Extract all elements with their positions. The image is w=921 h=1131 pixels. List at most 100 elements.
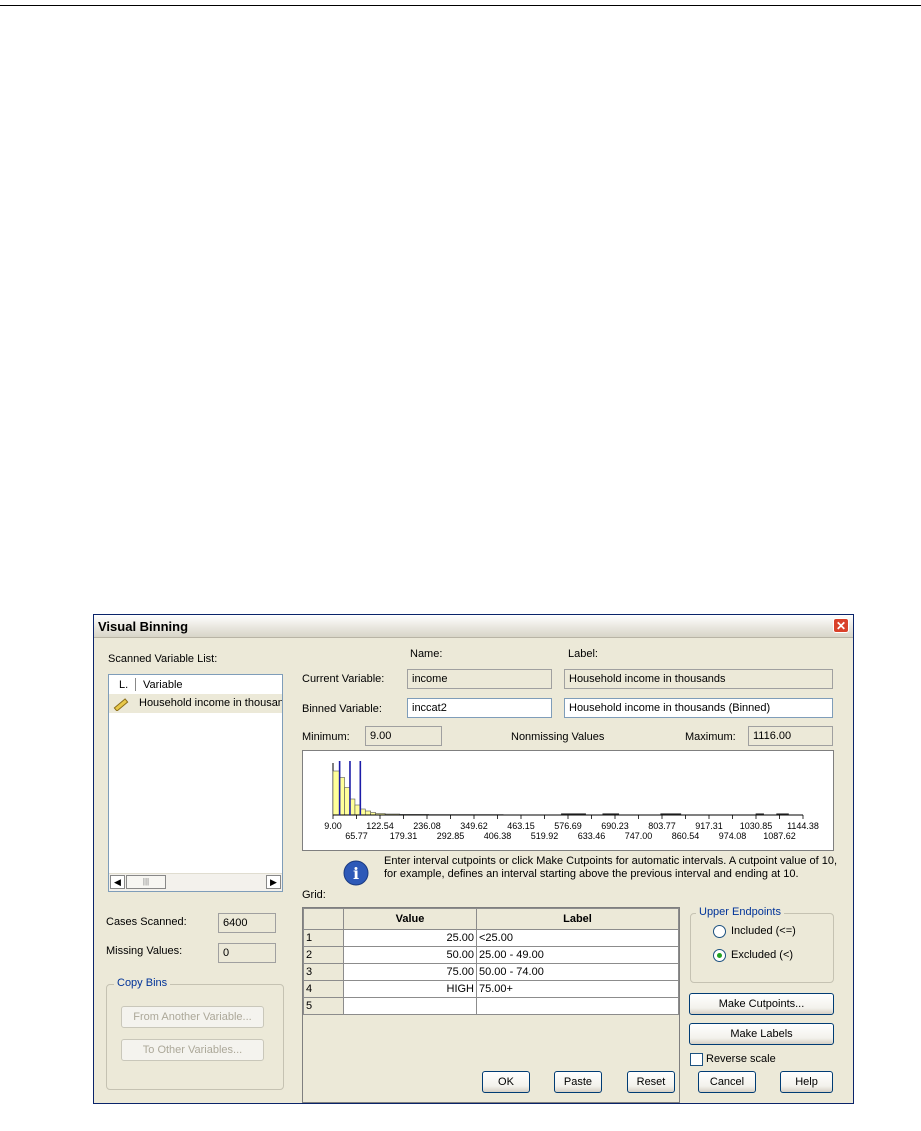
- col-variable-header[interactable]: Variable: [143, 679, 183, 691]
- included-radio[interactable]: [713, 925, 726, 938]
- histogram-panel[interactable]: 9.00 122.54 236.08 349.62 463.15 576.69 690.23…: [302, 750, 834, 851]
- table-row[interactable]: 3 75.00 50.00 - 74.00: [303, 963, 679, 981]
- upper-endpoints-title: Upper Endpoints: [696, 906, 784, 918]
- histogram-bar: [354, 804, 361, 816]
- x-tick-label: 292.85: [437, 831, 465, 841]
- x-tick-label: 463.15: [507, 821, 535, 831]
- missing-values-label: Missing Values:: [106, 945, 183, 957]
- row-number[interactable]: 1: [303, 929, 344, 947]
- maximum-value: 1116.00: [748, 726, 833, 746]
- info-icon: i: [343, 860, 369, 886]
- list-item[interactable]: Household income in thousands: [109, 695, 282, 713]
- table-row[interactable]: 2 50.00 25.00 - 49.00: [303, 946, 679, 964]
- included-label[interactable]: Included (<=): [731, 925, 796, 937]
- label-cell[interactable]: 25.00 - 49.00: [476, 946, 679, 964]
- minimum-label: Minimum:: [302, 731, 350, 743]
- excluded-label[interactable]: Excluded (<): [731, 949, 793, 961]
- reverse-scale-checkbox[interactable]: [690, 1053, 703, 1066]
- page-top-rule: [0, 5, 921, 6]
- nonmissing-values-label: Nonmissing Values: [511, 731, 605, 743]
- x-tick-label: 633.46: [578, 831, 606, 841]
- histogram-chart: 9.00 122.54 236.08 349.62 463.15 576.69 690.23…: [324, 761, 819, 841]
- minimum-value: 9.00: [365, 726, 442, 746]
- paste-button[interactable]: Paste: [554, 1071, 602, 1093]
- close-button[interactable]: ✕: [833, 618, 849, 633]
- table-row[interactable]: 1 25.00 <25.00: [303, 929, 679, 947]
- cases-scanned-label: Cases Scanned:: [106, 916, 187, 928]
- header-divider: [135, 678, 136, 691]
- current-variable-label-field: Household income in thousands: [564, 669, 833, 689]
- x-tick-label: 860.54: [672, 831, 700, 841]
- upper-endpoints-group: [690, 913, 834, 983]
- title-bar[interactable]: Visual Binning ✕: [94, 615, 853, 638]
- value-cell[interactable]: HIGH: [343, 980, 477, 998]
- row-number[interactable]: 2: [303, 946, 344, 964]
- table-row[interactable]: 4 HIGH 75.00+: [303, 980, 679, 998]
- x-tick-label: 803.77: [648, 821, 676, 831]
- radio-selected-dot: [717, 953, 722, 958]
- x-tick-label: 179.31: [390, 831, 418, 841]
- cases-scanned-value: 6400: [218, 913, 276, 933]
- make-cutpoints-button[interactable]: Make Cutpoints...: [689, 993, 834, 1015]
- table-header-row: Value Label: [303, 908, 679, 930]
- scroll-thumb[interactable]: |||: [126, 875, 166, 889]
- cancel-button[interactable]: Cancel: [698, 1071, 756, 1093]
- list-header: L. Variable: [109, 675, 282, 695]
- window-title: Visual Binning: [98, 619, 189, 634]
- value-cell[interactable]: [343, 997, 477, 1015]
- row-number[interactable]: 5: [303, 997, 344, 1015]
- ok-button[interactable]: OK: [482, 1071, 530, 1093]
- row-number[interactable]: 4: [303, 980, 344, 998]
- x-tick-label: 9.00: [324, 821, 342, 831]
- x-tick-label: 974.08: [719, 831, 747, 841]
- close-icon: ✕: [835, 619, 847, 633]
- label-cell[interactable]: <25.00: [476, 929, 679, 947]
- copy-bins-title: Copy Bins: [114, 977, 171, 989]
- x-tick-label: 65.77: [345, 831, 368, 841]
- x-tick-label: 122.54: [366, 821, 394, 831]
- name-column-header: Name:: [410, 648, 443, 660]
- x-tick-label: 917.31: [695, 821, 723, 831]
- list-item-label: Household income in thousands: [139, 697, 282, 709]
- to-other-variables-button[interactable]: To Other Variables...: [121, 1039, 264, 1061]
- x-tick-label: 1087.62: [763, 831, 796, 841]
- x-tick-label: 236.08: [413, 821, 441, 831]
- value-cell[interactable]: 25.00: [343, 929, 477, 947]
- row-number[interactable]: 3: [303, 963, 344, 981]
- make-labels-button[interactable]: Make Labels: [689, 1023, 834, 1045]
- scroll-right-button[interactable]: ▶: [266, 875, 281, 889]
- missing-values-value: 0: [218, 943, 276, 963]
- scroll-left-button[interactable]: ◀: [110, 875, 125, 889]
- label-cell[interactable]: 75.00+: [476, 980, 679, 998]
- label-cell[interactable]: [476, 997, 679, 1015]
- binned-variable-label-input[interactable]: Household income in thousands (Binned): [564, 698, 833, 718]
- horizontal-scrollbar[interactable]: ◀ ||| ▶: [109, 873, 282, 891]
- row-number-header: [303, 908, 344, 930]
- copy-bins-group: [106, 984, 284, 1090]
- value-cell[interactable]: 75.00: [343, 963, 477, 981]
- label-column-header: Label:: [568, 648, 598, 660]
- help-button[interactable]: Help: [780, 1071, 833, 1093]
- x-tick-label: 406.38: [484, 831, 512, 841]
- x-tick-label: 747.00: [625, 831, 653, 841]
- col-type-header[interactable]: L.: [119, 679, 128, 691]
- table-row[interactable]: 5: [303, 997, 679, 1015]
- x-tick-label: 1144.38: [787, 821, 819, 831]
- current-variable-label: Current Variable:: [302, 673, 385, 685]
- x-tick-label: 576.69: [554, 821, 582, 831]
- binned-variable-name-input[interactable]: inccat2: [407, 698, 552, 718]
- label-cell[interactable]: 50.00 - 74.00: [476, 963, 679, 981]
- from-another-variable-button[interactable]: From Another Variable...: [121, 1006, 264, 1028]
- binned-variable-label: Binned Variable:: [302, 703, 382, 715]
- x-tick-label: 349.62: [460, 821, 488, 831]
- value-column-header[interactable]: Value: [343, 908, 477, 930]
- reset-button[interactable]: Reset: [627, 1071, 675, 1093]
- value-cell[interactable]: 50.00: [343, 946, 477, 964]
- current-variable-name: income: [407, 669, 552, 689]
- maximum-label: Maximum:: [685, 731, 736, 743]
- scanned-list-label: Scanned Variable List:: [108, 653, 218, 665]
- label-column-header[interactable]: Label: [476, 908, 679, 930]
- reverse-scale-label[interactable]: Reverse scale: [706, 1053, 776, 1065]
- excluded-radio[interactable]: [713, 949, 726, 962]
- scanned-variable-list[interactable]: L. Variable Household income in thousand…: [108, 674, 283, 892]
